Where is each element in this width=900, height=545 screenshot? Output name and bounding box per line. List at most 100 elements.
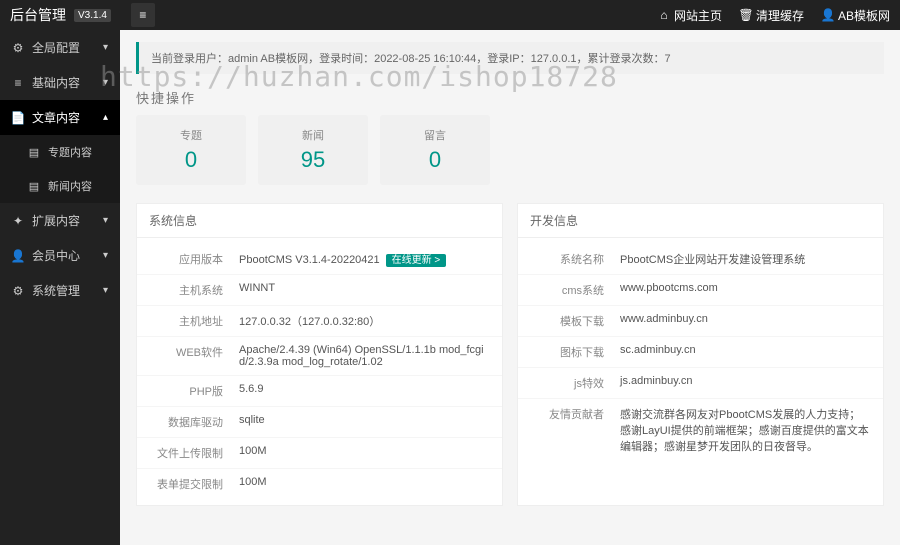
top-header: 后台管理 V3.1.4 ≡ ⌂ 网站主页 🗑 清理缓存 👤 AB模板网 xyxy=(0,0,900,30)
stat-value: 0 xyxy=(408,147,462,173)
sidebar-item[interactable]: ✦ 扩展内容 ▾ xyxy=(0,203,120,238)
info-row: 应用版本PbootCMS V3.1.4-20220421在线更新 > xyxy=(137,244,502,275)
nav-home-label: 网站主页 xyxy=(674,7,722,24)
doc-icon: ▤ xyxy=(28,146,40,158)
info-row: 主机系统WINNT xyxy=(137,275,502,306)
sidebar-sub-item[interactable]: ▤ 专题内容 xyxy=(0,135,120,169)
stat-label: 新闻 xyxy=(286,127,340,143)
info-key: 主机系统 xyxy=(149,282,239,298)
system-info-title: 系统信息 xyxy=(137,204,502,238)
nav-cache-label: 清理缓存 xyxy=(756,7,804,24)
info-value: 100M xyxy=(239,476,490,492)
chevron-icon: ▾ xyxy=(103,250,108,261)
stat-card[interactable]: 留言 0 xyxy=(380,115,490,185)
sidebar-item[interactable]: ⚙系统管理▾ xyxy=(0,273,120,308)
info-value: 127.0.0.32（127.0.0.32:80） xyxy=(239,313,490,329)
info-value: WINNT xyxy=(239,282,490,298)
info-row: 数据库驱动sqlite xyxy=(137,407,502,438)
info-key: 文件上传限制 xyxy=(149,445,239,461)
info-key: 主机地址 xyxy=(149,313,239,329)
info-key: 友情贡献者 xyxy=(530,406,620,454)
stat-card[interactable]: 专题 0 xyxy=(136,115,246,185)
info-value: 感谢交流群各网友对PbootCMS发展的人力支持；感谢LayUI提供的前端框架；… xyxy=(620,406,871,454)
nav-user-link[interactable]: 👤 AB模板网 xyxy=(822,7,890,24)
info-key: 应用版本 xyxy=(149,251,239,267)
nav-user-label: AB模板网 xyxy=(838,7,890,24)
sidebar-item-label: 新闻内容 xyxy=(48,178,92,194)
info-value: PbootCMS企业网站开发建设管理系统 xyxy=(620,251,871,267)
info-key: 图标下载 xyxy=(530,344,620,360)
info-row: 系统名称PbootCMS企业网站开发建设管理系统 xyxy=(518,244,883,275)
info-value: www.adminbuy.cn xyxy=(620,313,871,329)
home-icon: ⌂ xyxy=(658,9,670,21)
dev-info-panel: 开发信息 系统名称PbootCMS企业网站开发建设管理系统cms系统www.pb… xyxy=(517,203,884,506)
stat-card[interactable]: 新闻 95 xyxy=(258,115,368,185)
main-content: 当前登录用户：admin AB模板网，登录时间：2022-08-25 16:10… xyxy=(120,30,900,545)
nav-cache-link[interactable]: 🗑 清理缓存 xyxy=(740,7,804,24)
doc-icon: ▤ xyxy=(28,180,40,192)
info-row: 模板下载www.adminbuy.cn xyxy=(518,306,883,337)
chevron-icon: ▾ xyxy=(103,42,108,53)
info-row: 图标下载sc.adminbuy.cn xyxy=(518,337,883,368)
sidebar-item-label: 专题内容 xyxy=(48,144,92,160)
info-value: sqlite xyxy=(239,414,490,430)
trash-icon: 🗑 xyxy=(740,9,752,21)
user-icon: 👤 xyxy=(822,9,834,21)
info-value: www.pbootcms.com xyxy=(620,282,871,298)
info-value: Apache/2.4.39 (Win64) OpenSSL/1.1.1b mod… xyxy=(239,344,490,368)
info-row: cms系统www.pbootcms.com xyxy=(518,275,883,306)
sidebar-item[interactable]: ⚙ 全局配置 ▾ xyxy=(0,30,120,65)
info-row: 主机地址127.0.0.32（127.0.0.32:80） xyxy=(137,306,502,337)
cog-icon: ⚙ xyxy=(12,285,24,297)
chevron-icon: ▾ xyxy=(103,285,108,296)
nav-home-link[interactable]: ⌂ 网站主页 xyxy=(658,7,722,24)
stat-value: 95 xyxy=(286,147,340,173)
stat-label: 专题 xyxy=(164,127,218,143)
gear-icon: ⚙ xyxy=(12,42,24,54)
info-row: js特效js.adminbuy.cn xyxy=(518,368,883,399)
info-key: 数据库驱动 xyxy=(149,414,239,430)
puzzle-icon: ✦ xyxy=(12,215,24,227)
info-key: js特效 xyxy=(530,375,620,391)
sidebar: ⚙ 全局配置 ▾ ≡ 基础内容 ▾ 📄 文章内容 ▴ ▤ 专题内容 ▤ 新闻内容 ✦ 扩展内容 ▾ 👤 会员中心 ▾… xyxy=(0,30,120,545)
info-value: 5.6.9 xyxy=(239,383,490,399)
header-right: ⌂ 网站主页 🗑 清理缓存 👤 AB模板网 xyxy=(658,7,890,24)
stat-label: 留言 xyxy=(408,127,462,143)
menu-icon: ≡ xyxy=(137,9,149,21)
sidebar-item-label: 会员中心 xyxy=(32,247,80,264)
sidebar-item[interactable]: ≡ 基础内容 ▾ xyxy=(0,65,120,100)
sidebar-item[interactable]: 📄 文章内容 ▴ xyxy=(0,100,120,135)
info-panels: 系统信息 应用版本PbootCMS V3.1.4-20220421在线更新 >主… xyxy=(136,203,884,506)
login-info-bar: 当前登录用户：admin AB模板网，登录时间：2022-08-25 16:10… xyxy=(136,42,884,74)
chevron-icon: ▴ xyxy=(103,112,108,123)
info-row: 表单提交限制100M xyxy=(137,469,502,499)
sidebar-item-label: 全局配置 xyxy=(32,39,80,56)
info-key: 模板下载 xyxy=(530,313,620,329)
info-row: WEB软件Apache/2.4.39 (Win64) OpenSSL/1.1.1… xyxy=(137,337,502,376)
info-value: 100M xyxy=(239,445,490,461)
file-icon: 📄 xyxy=(12,112,24,124)
sidebar-item[interactable]: 👤 会员中心 ▾ xyxy=(0,238,120,273)
info-key: 系统名称 xyxy=(530,251,620,267)
user-icon: 👤 xyxy=(12,250,24,262)
info-row: PHP版5.6.9 xyxy=(137,376,502,407)
info-key: 表单提交限制 xyxy=(149,476,239,492)
sidebar-item-label: 扩展内容 xyxy=(32,212,80,229)
chevron-icon: ▾ xyxy=(103,215,108,226)
quick-ops-title: 快捷操作 xyxy=(136,88,884,107)
sidebar-sub-item[interactable]: ▤ 新闻内容 xyxy=(0,169,120,203)
brand-title: 后台管理 xyxy=(10,5,66,25)
sidebar-toggle-button[interactable]: ≡ xyxy=(131,3,155,27)
sidebar-item-label: 文章内容 xyxy=(32,109,80,126)
stat-value: 0 xyxy=(164,147,218,173)
info-key: WEB软件 xyxy=(149,344,239,368)
sidebar-item-label: 基础内容 xyxy=(32,74,80,91)
info-value: sc.adminbuy.cn xyxy=(620,344,871,360)
system-info-panel: 系统信息 应用版本PbootCMS V3.1.4-20220421在线更新 >主… xyxy=(136,203,503,506)
update-badge[interactable]: 在线更新 > xyxy=(386,254,447,267)
info-value: js.adminbuy.cn xyxy=(620,375,871,391)
chevron-icon: ▾ xyxy=(103,77,108,88)
bars-icon: ≡ xyxy=(12,77,24,89)
dev-info-title: 开发信息 xyxy=(518,204,883,238)
info-key: cms系统 xyxy=(530,282,620,298)
